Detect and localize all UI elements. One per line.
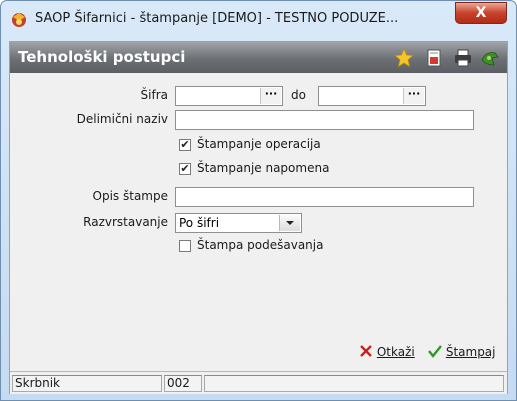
checkmark-icon: ✔ (180, 162, 190, 175)
status-user: Skrbnik (12, 375, 162, 392)
status-info (204, 375, 504, 392)
stampa-podesavanja-label: Štampa podešavanja (197, 238, 324, 252)
print-label: Štampaj (445, 345, 496, 359)
printer-icon[interactable] (453, 48, 473, 68)
button-bar: Otkaži Štampaj (10, 333, 507, 371)
print-dialog-window: SAOP Šifarnici - štampanje [DEMO] - TEST… (0, 0, 517, 401)
cancel-button[interactable]: Otkaži (359, 344, 415, 359)
sifra-from-field[interactable]: ··· (175, 86, 283, 106)
sifra-to-lookup-button[interactable]: ··· (403, 88, 424, 104)
sifra-to-label: do (291, 88, 306, 102)
razvrstavanje-select[interactable]: Po šifri (175, 213, 302, 233)
opis-field[interactable] (175, 187, 474, 207)
title-bar[interactable]: SAOP Šifarnici - štampanje [DEMO] - TEST… (1, 1, 516, 41)
filter-form: Šifra ··· do ··· Delimični naziv ✔ Štamp… (10, 73, 507, 363)
razvrstavanje-value: Po šifri (179, 216, 220, 230)
cancel-label: Otkaži (376, 345, 415, 359)
close-button[interactable]: X (455, 2, 507, 24)
report-title: Tehnološki postupci (18, 48, 186, 66)
status-code: 002 (164, 375, 202, 392)
naziv-field[interactable] (175, 110, 474, 130)
naziv-label: Delimični naziv (76, 112, 168, 126)
stampanje-napomena-label: Štampanje napomena (197, 161, 330, 175)
sifra-from-lookup-button[interactable]: ··· (260, 88, 281, 104)
razvrstavanje-label: Razvrstavanje (83, 215, 168, 229)
status-bar: Skrbnik 002 (10, 371, 507, 394)
stampanje-operacija-label: Štampanje operacija (197, 137, 321, 151)
cancel-icon (360, 345, 372, 357)
exit-icon[interactable] (480, 48, 500, 68)
document-icon[interactable] (424, 48, 444, 68)
opis-label: Opis štampe (92, 189, 168, 203)
star-icon[interactable] (394, 48, 414, 68)
app-icon (12, 13, 26, 27)
close-icon: X (475, 5, 487, 21)
stampanje-operacija-checkbox[interactable]: ✔ (179, 139, 191, 151)
stampanje-napomena-checkbox[interactable]: ✔ (179, 163, 191, 175)
sifra-to-field[interactable]: ··· (318, 86, 426, 106)
checkmark-icon: ✔ (180, 138, 190, 151)
print-button[interactable]: Štampaj (428, 344, 496, 359)
window-title: SAOP Šifarnici - štampanje [DEMO] - TEST… (35, 11, 399, 26)
report-header: Tehnološki postupci (10, 42, 507, 73)
chevron-down-icon (286, 221, 294, 225)
checkmark-icon (428, 345, 442, 358)
dropdown-arrow-button[interactable] (279, 215, 300, 231)
sifra-label: Šifra (140, 88, 168, 102)
dialog-client-area: Tehnološki postupci Šifra ··· do ··· Del… (9, 41, 508, 394)
stampa-podesavanja-checkbox[interactable] (179, 240, 191, 252)
